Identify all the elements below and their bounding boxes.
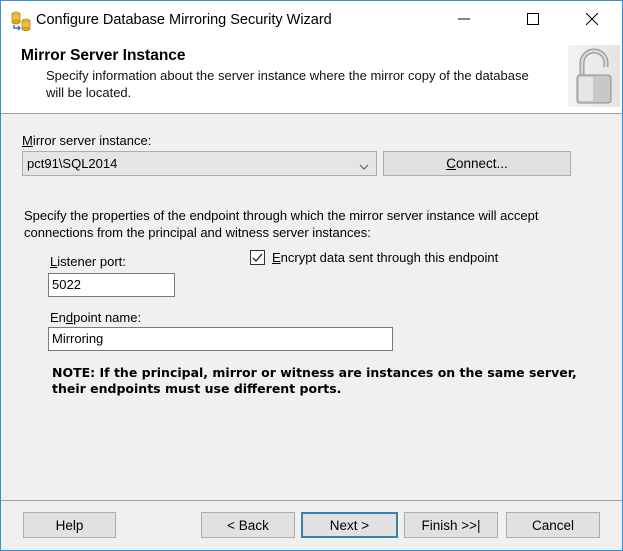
title-bar: Configure Database Mirroring Security Wi…: [1, 1, 622, 39]
finish-button[interactable]: Finish >>|: [404, 512, 498, 538]
label-text: irror server instance:: [32, 133, 152, 148]
endpoint-name-input[interactable]: Mirroring: [48, 327, 393, 351]
next-button[interactable]: Next >: [301, 512, 398, 538]
mirror-instance-value: pct91\SQL2014: [27, 156, 118, 171]
mnemonic: C: [446, 156, 456, 171]
listener-port-label: Listener port:: [50, 254, 126, 269]
listener-port-input[interactable]: 5022: [48, 273, 175, 297]
encrypt-checkbox[interactable]: [250, 250, 265, 265]
mirror-instance-label: Mirror server instance:: [22, 133, 151, 148]
mnemonic: E: [272, 250, 281, 265]
mirror-instance-combobox[interactable]: pct91\SQL2014: [22, 151, 377, 176]
encrypt-label[interactable]: Encrypt data sent through this endpoint: [272, 250, 498, 265]
chevron-down-icon[interactable]: [359, 159, 369, 174]
help-button[interactable]: Help: [23, 512, 116, 538]
back-button[interactable]: < Back: [201, 512, 295, 538]
page-title: Mirror Server Instance: [21, 47, 186, 64]
button-text: onnect...: [455, 156, 508, 171]
page-description: Specify information about the server ins…: [46, 68, 529, 100]
checkmark-icon: [252, 253, 263, 262]
label-text: ncrypt data sent through this endpoint: [280, 250, 499, 265]
label-text: En: [50, 310, 66, 325]
connect-button[interactable]: Connect...: [383, 151, 571, 176]
database-mirroring-icon: [10, 11, 32, 31]
window-title: Configure Database Mirroring Security Wi…: [36, 12, 332, 28]
close-button[interactable]: [569, 1, 615, 39]
note-text: NOTE: If the principal, mirror or witnes…: [52, 365, 577, 396]
minimize-button[interactable]: [441, 1, 487, 39]
endpoint-name-label: Endpoint name:: [50, 310, 141, 325]
maximize-button[interactable]: [510, 1, 556, 39]
wizard-header: Mirror Server Instance Specify informati…: [1, 39, 622, 114]
padlock-open-icon: [568, 45, 620, 107]
close-icon: [585, 12, 599, 28]
cancel-button[interactable]: Cancel: [506, 512, 600, 538]
label-text: point name:: [73, 310, 142, 325]
minimize-icon: [458, 13, 470, 28]
label-text: istener port:: [57, 254, 126, 269]
mnemonic: M: [22, 133, 33, 148]
footer-separator: [1, 500, 622, 501]
wizard-window: Configure Database Mirroring Security Wi…: [0, 0, 623, 551]
endpoint-description: Specify the properties of the endpoint t…: [24, 208, 539, 240]
maximize-icon: [527, 12, 539, 28]
